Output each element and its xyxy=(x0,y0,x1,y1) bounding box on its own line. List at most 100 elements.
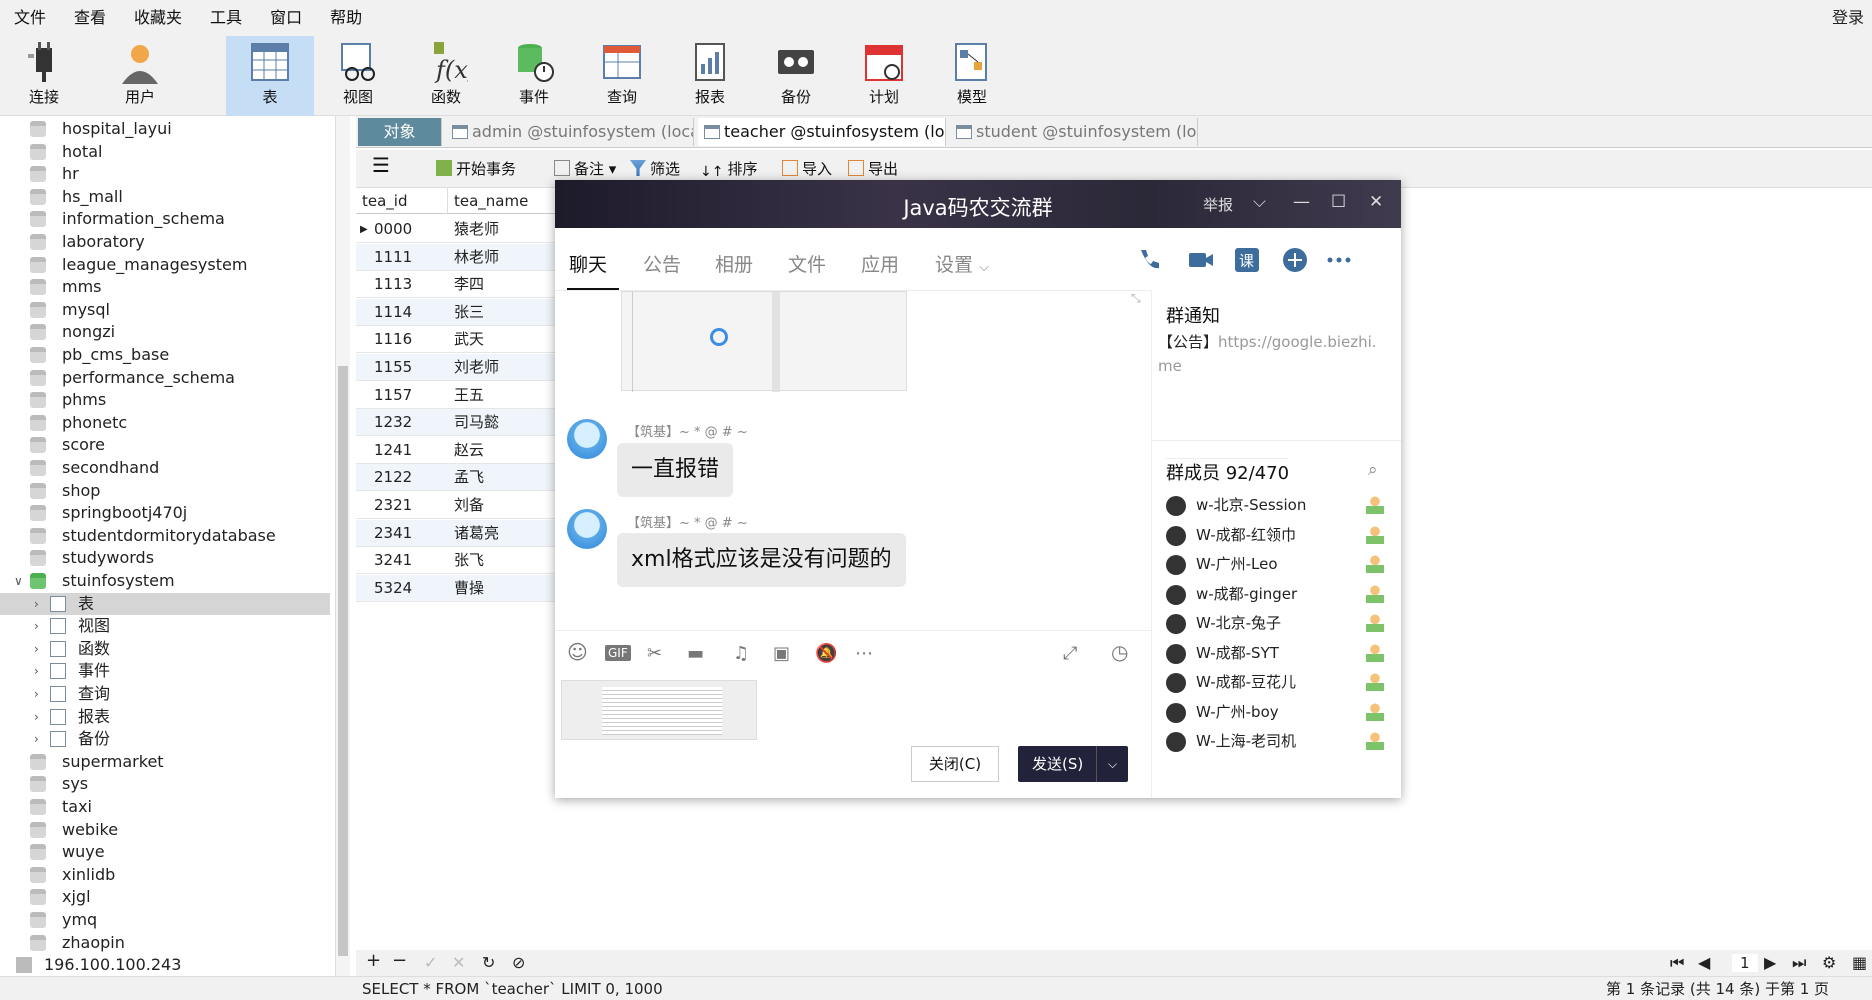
pasted-image[interactable] xyxy=(561,680,757,740)
chevron-right-icon[interactable]: › xyxy=(34,615,39,637)
report-button[interactable]: 报表 xyxy=(666,36,754,116)
minimize-icon[interactable]: — xyxy=(1293,192,1310,212)
nav-announcement[interactable]: 公告 xyxy=(643,250,681,277)
first-page-icon[interactable]: ⏮ xyxy=(1670,953,1684,973)
tree-item[interactable]: hotal xyxy=(0,141,330,163)
message-bubble[interactable]: 一直报错 xyxy=(617,443,734,497)
delete-record-button[interactable]: − xyxy=(392,950,407,971)
tab-student[interactable]: student @stuinfosystem (loc... xyxy=(950,118,1198,146)
nav-files[interactable]: 文件 xyxy=(788,250,826,277)
import-button[interactable]: 导入 xyxy=(782,158,832,180)
cell-tea-id[interactable]: 1155 xyxy=(374,354,412,381)
menu-tools[interactable]: 工具 xyxy=(196,0,256,36)
grid-view-icon[interactable]: ▦ xyxy=(1852,953,1867,972)
column-header-tea-id[interactable]: tea_id xyxy=(356,188,448,214)
cell-tea-name[interactable]: 诸葛亮 xyxy=(454,520,499,547)
cell-tea-id[interactable]: 3241 xyxy=(374,547,412,574)
prev-page-icon[interactable]: ◀ xyxy=(1698,953,1710,972)
note-button[interactable]: 备注 ▾ xyxy=(554,158,616,180)
schedule-button[interactable]: 计划 xyxy=(840,36,928,116)
export-button[interactable]: 导出 xyxy=(848,158,898,180)
tree-item[interactable]: taxi xyxy=(0,796,330,818)
sort-button[interactable]: ↓↑ 排序 xyxy=(700,158,757,180)
member-item[interactable]: W-成都-红领巾 xyxy=(1166,520,1396,550)
cell-tea-name[interactable]: 王五 xyxy=(454,382,484,409)
tree-item[interactable]: ∨ stuinfosystem xyxy=(0,570,330,592)
table-row[interactable]: 1241 赵云 xyxy=(356,437,556,464)
tab-admin[interactable]: admin @stuinfosystem (loca... xyxy=(446,118,694,146)
table-row[interactable]: 1114 张三 xyxy=(356,298,556,326)
table-row[interactable]: 2122 孟飞 xyxy=(356,464,556,492)
tree-item[interactable]: webike xyxy=(0,819,330,841)
event-button[interactable]: 事件 xyxy=(490,36,578,116)
backup-button[interactable]: 备份 xyxy=(752,36,840,116)
tree-scrollbar-thumb[interactable] xyxy=(338,366,348,956)
tree-item[interactable]: score xyxy=(0,434,330,456)
chevron-right-icon[interactable]: › xyxy=(34,638,39,660)
tree-item[interactable]: studentdormitorydatabase xyxy=(0,525,330,547)
tree-item[interactable]: wuye xyxy=(0,841,330,863)
tree-scrollbar[interactable] xyxy=(336,116,350,976)
cell-tea-name[interactable]: 武天 xyxy=(454,326,484,353)
tree-item[interactable]: information_schema xyxy=(0,208,330,230)
query-button[interactable]: 查询 xyxy=(578,36,666,116)
cell-tea-name[interactable]: 李四 xyxy=(454,271,484,298)
table-row[interactable]: 1155 刘老师 xyxy=(356,354,556,381)
more-tools-icon[interactable]: ⋯ xyxy=(855,643,873,664)
table-row[interactable]: 1113 李四 xyxy=(356,271,556,299)
tree-item[interactable]: laboratory xyxy=(0,231,330,253)
gif-icon[interactable]: GIF xyxy=(605,645,631,661)
cell-tea-id[interactable]: 1113 xyxy=(374,271,412,298)
emoji-icon[interactable]: ☺ xyxy=(567,640,588,664)
more-icon[interactable] xyxy=(1325,246,1353,274)
folder-icon[interactable]: ▬ xyxy=(687,643,704,664)
cell-tea-id[interactable]: 1157 xyxy=(374,382,412,409)
nav-apps[interactable]: 应用 xyxy=(861,250,899,277)
cell-tea-id[interactable]: 1241 xyxy=(374,437,412,464)
tree-item[interactable]: sys xyxy=(0,773,330,795)
table-row[interactable]: 2321 刘备 xyxy=(356,492,556,519)
tree-item[interactable]: ymq xyxy=(0,909,330,931)
cell-tea-id[interactable]: 1111 xyxy=(374,244,412,271)
member-item[interactable]: W-成都-豆花儿 xyxy=(1166,667,1396,697)
message-bubble[interactable]: xml格式应该是没有问题的 xyxy=(617,533,906,587)
add-record-button[interactable]: + xyxy=(366,950,381,971)
model-button[interactable]: 模型 xyxy=(928,36,1016,116)
tree-item[interactable]: zhaopin xyxy=(0,932,330,954)
menu-window[interactable]: 窗口 xyxy=(256,0,316,36)
chevron-down-icon[interactable]: ∨ xyxy=(14,570,23,592)
table-row[interactable]: 1116 武天 xyxy=(356,326,556,354)
tab-objects[interactable]: 对象 xyxy=(358,118,442,146)
last-page-icon[interactable]: ⏭ xyxy=(1792,953,1806,973)
cell-tea-name[interactable]: 孟飞 xyxy=(454,464,484,491)
chevron-right-icon[interactable]: › xyxy=(34,660,39,682)
function-button[interactable]: f(x) 函数 xyxy=(402,36,490,116)
tree-item[interactable]: hospital_layui xyxy=(0,118,330,140)
tree-item[interactable]: phms xyxy=(0,389,330,411)
nav-chat[interactable]: 聊天 xyxy=(569,250,607,277)
menu-favorites[interactable]: 收藏夹 xyxy=(120,0,196,36)
avatar[interactable] xyxy=(567,419,607,459)
tree-item[interactable]: pb_cms_base xyxy=(0,344,330,366)
cell-tea-name[interactable]: 张三 xyxy=(454,299,484,326)
tree-item[interactable]: secondhand xyxy=(0,457,330,479)
page-number-input[interactable]: 1 xyxy=(1732,954,1758,972)
tree-node-function[interactable]: › 函数 xyxy=(0,638,330,660)
menu-file[interactable]: 文件 xyxy=(0,0,60,36)
filter-button[interactable]: 筛选 xyxy=(630,158,680,180)
avatar[interactable] xyxy=(567,509,607,549)
next-page-icon[interactable]: ▶ xyxy=(1764,953,1776,972)
stop-icon[interactable]: ⊘ xyxy=(512,953,525,972)
cell-tea-id[interactable]: 2321 xyxy=(374,492,412,519)
chat-history[interactable]: ⤡ 【筑基】~ * @ # ~ 一直报错 【筑基】~ * @ # ~ xml格式… xyxy=(555,290,1151,630)
tree-item[interactable]: hs_mall xyxy=(0,186,330,208)
table-row[interactable]: ▶ 0000 猿老师 xyxy=(356,216,556,243)
table-row[interactable]: 2341 诸葛亮 xyxy=(356,519,556,547)
maximize-icon[interactable]: ☐ xyxy=(1331,192,1346,212)
tree-item[interactable]: mms xyxy=(0,276,330,298)
history-icon[interactable]: ◷ xyxy=(1111,640,1128,664)
tree-item[interactable]: phonetc xyxy=(0,412,330,434)
cell-tea-name[interactable]: 曹操 xyxy=(454,575,484,602)
tab-teacher[interactable]: teacher @stuinfosystem (loc... xyxy=(698,118,946,146)
member-item[interactable]: W-北京-兔子 xyxy=(1166,608,1396,638)
